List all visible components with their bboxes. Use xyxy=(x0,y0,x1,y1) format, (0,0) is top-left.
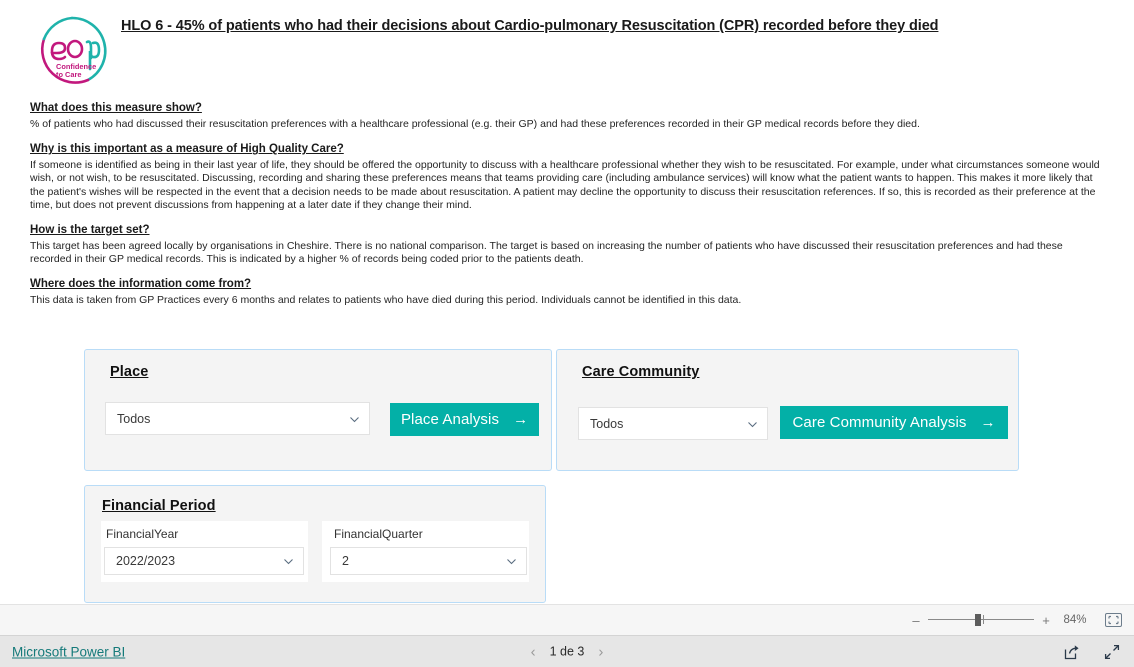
section-how-target-set: How is the target set? This target has b… xyxy=(30,223,1105,266)
logo-tagline-line2: to Care xyxy=(56,70,81,79)
eolp-logo: Confidence to Care xyxy=(32,11,112,91)
care-community-analysis-button-label: Care Community Analysis xyxy=(792,414,967,431)
care-community-card-title: Care Community xyxy=(582,364,700,380)
place-card-title: Place xyxy=(110,364,149,380)
financial-year-label: FinancialYear xyxy=(106,527,179,541)
place-dropdown[interactable]: Todos xyxy=(105,402,370,435)
financial-year-dropdown-value: 2022/2023 xyxy=(116,554,176,568)
section-why-important: Why is this important as a measure of Hi… xyxy=(30,142,1105,212)
power-bi-report-viewer: Confidence to Care HLO 6 - 45% of patien… xyxy=(0,0,1134,667)
place-slicer[interactable]: Todos xyxy=(105,402,370,435)
zoom-out-button[interactable]: ‒ xyxy=(909,613,923,628)
next-page-icon[interactable]: › xyxy=(598,644,603,659)
zoom-percent-label: 84% xyxy=(1063,614,1087,626)
zoom-toolbar: ‒ + 84% xyxy=(0,604,1134,635)
fullscreen-icon[interactable] xyxy=(1104,644,1120,660)
care-community-analysis-button[interactable]: Care Community Analysis → xyxy=(780,406,1008,439)
financial-quarter-dropdown-value: 2 xyxy=(342,554,349,568)
arrow-right-icon: → xyxy=(980,414,996,431)
section-body: If someone is identified as being in the… xyxy=(30,159,1100,211)
section-heading: Why is this important as a measure of Hi… xyxy=(30,143,344,156)
previous-page-icon[interactable]: ‹ xyxy=(531,644,536,659)
page-navigator: ‹ 1 de 3 › xyxy=(531,644,604,659)
microsoft-power-bi-link[interactable]: Microsoft Power BI xyxy=(12,644,125,659)
zoom-slider-track xyxy=(928,619,1034,620)
section-body: % of patients who had discussed their re… xyxy=(30,118,920,130)
chevron-down-icon[interactable] xyxy=(506,556,517,567)
zoom-in-button[interactable]: + xyxy=(1039,613,1053,628)
care-community-dropdown-value: Todos xyxy=(590,416,624,431)
measure-description: What does this measure show? % of patien… xyxy=(30,101,1105,328)
section-heading: Where does the information come from? xyxy=(30,278,252,291)
section-heading: How is the target set? xyxy=(30,224,150,237)
chevron-down-icon[interactable] xyxy=(283,556,294,567)
zoom-slider-tick xyxy=(983,615,984,624)
footer-actions xyxy=(1064,644,1120,660)
section-body: This data is taken from GP Practices eve… xyxy=(30,294,742,307)
fit-to-page-icon[interactable] xyxy=(1105,613,1122,627)
section-body: This target has been agreed locally by o… xyxy=(30,240,1063,266)
place-analysis-button[interactable]: Place Analysis → xyxy=(390,403,539,436)
section-what-does-measure-show: What does this measure show? % of patien… xyxy=(30,101,1105,131)
chevron-down-icon[interactable] xyxy=(747,419,758,430)
care-community-slicer[interactable]: Todos xyxy=(578,407,768,440)
zoom-slider-thumb[interactable] xyxy=(975,614,981,626)
financial-quarter-slicer[interactable]: 2 xyxy=(330,547,527,575)
care-community-dropdown[interactable]: Todos xyxy=(578,407,768,440)
eolp-logo-icon: Confidence to Care xyxy=(40,16,107,84)
report-canvas: Confidence to Care HLO 6 - 45% of patien… xyxy=(0,0,1134,604)
financial-year-slicer[interactable]: 2022/2023 xyxy=(104,547,304,575)
report-header: Confidence to Care HLO 6 - 45% of patien… xyxy=(0,0,1134,98)
section-where-info-from: Where does the information come from? Th… xyxy=(30,277,1105,307)
section-heading: What does this measure show? xyxy=(30,102,202,114)
arrow-right-icon: → xyxy=(513,411,529,428)
report-footer: Microsoft Power BI ‹ 1 de 3 › xyxy=(0,635,1134,667)
page-title: HLO 6 - 45% of patients who had their de… xyxy=(121,18,939,34)
financial-year-dropdown[interactable]: 2022/2023 xyxy=(104,547,304,575)
place-analysis-button-label: Place Analysis xyxy=(400,411,500,428)
share-icon[interactable] xyxy=(1064,644,1080,660)
page-indicator: 1 de 3 xyxy=(549,644,585,659)
zoom-slider[interactable] xyxy=(928,613,1034,627)
financial-quarter-label: FinancialQuarter xyxy=(334,527,423,541)
financial-period-card-title: Financial Period xyxy=(102,498,216,514)
chevron-down-icon[interactable] xyxy=(349,414,360,425)
financial-quarter-dropdown[interactable]: 2 xyxy=(330,547,527,575)
place-dropdown-value: Todos xyxy=(117,411,151,426)
